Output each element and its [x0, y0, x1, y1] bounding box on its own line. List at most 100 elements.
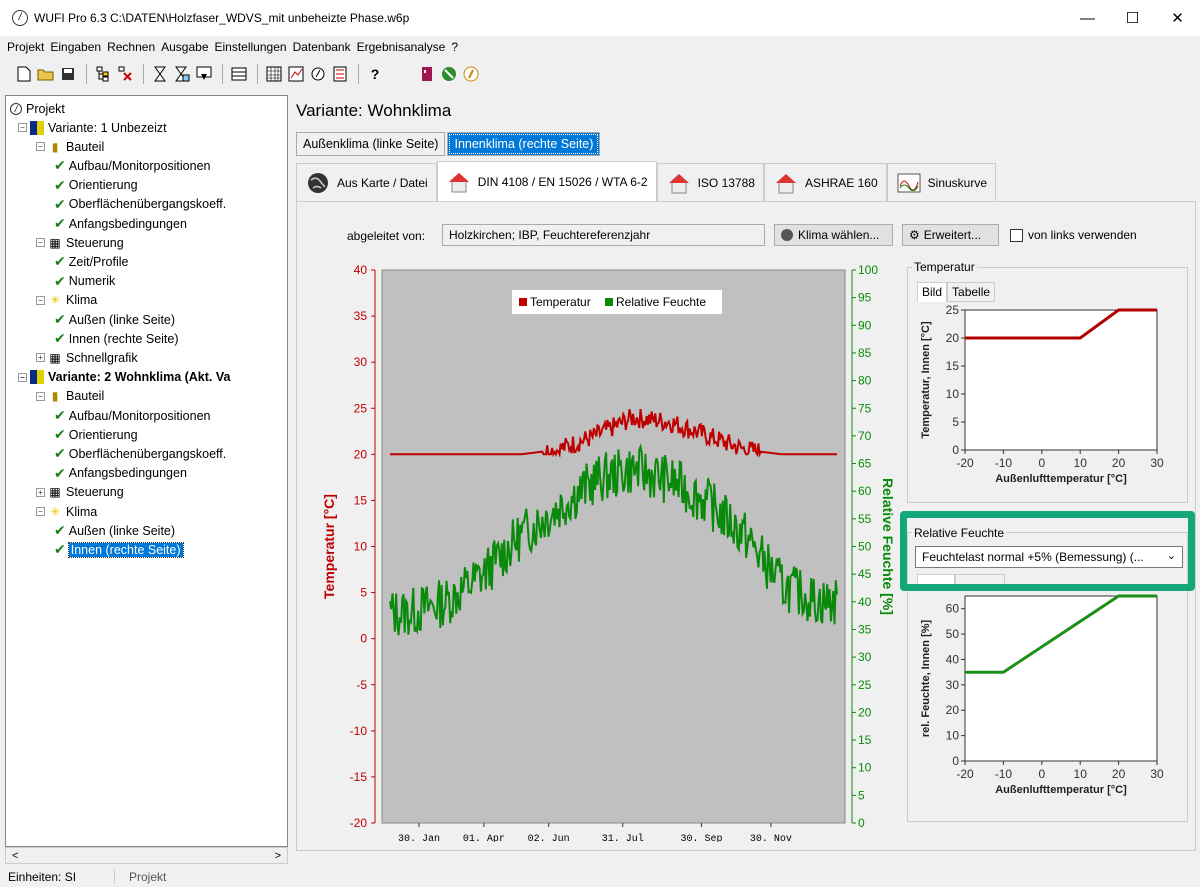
expand-toggle-icon[interactable]: −	[36, 391, 45, 401]
advanced-button[interactable]: ⚙ Erweitert...	[902, 224, 999, 246]
x-tick-label: 10	[1074, 456, 1088, 470]
tree-item[interactable]: ✔ Orientierung	[54, 176, 138, 195]
tree-item[interactable]: ✔ Oberflächenübergangskoeff.	[54, 195, 226, 214]
menu-ausgabe[interactable]: Ausgabe	[158, 40, 211, 54]
tree-item[interactable]: ✔ Anfangsbedingungen	[54, 464, 187, 483]
status-bar: Einheiten: SI Projekt	[0, 866, 1200, 887]
minimize-button[interactable]: —	[1065, 0, 1110, 36]
tab-bild[interactable]: Bild	[917, 282, 948, 302]
circle-icon[interactable]	[308, 64, 328, 84]
tree-item[interactable]: ✔ Außen (linke Seite)	[54, 521, 175, 540]
tree-item[interactable]: − ▮ Bauteil	[36, 137, 104, 156]
toolbar: ?	[0, 59, 1200, 89]
y-tick-label: 25	[354, 401, 368, 415]
hourglass-window-icon[interactable]	[194, 64, 214, 84]
expand-toggle-icon[interactable]: +	[36, 353, 45, 363]
help-icon[interactable]: ?	[365, 64, 385, 84]
tab-din-4108[interactable]: DIN 4108 / EN 15026 / WTA 6-2	[436, 161, 657, 201]
tree-item[interactable]: ✔ Orientierung	[54, 425, 138, 444]
tree-root-projekt[interactable]: / Projekt	[10, 99, 65, 118]
y2-tick-label: 25	[858, 678, 872, 692]
y-axis-label: Temperatur [°C]	[321, 494, 337, 599]
checkbox-box[interactable]	[1010, 228, 1023, 242]
maximize-button[interactable]: ☐	[1110, 0, 1155, 36]
x-tick-label: 0	[1038, 767, 1045, 781]
building-icon[interactable]	[417, 64, 437, 84]
tree-item[interactable]: ✔ Zeit/Profile	[54, 252, 128, 271]
grid-icon[interactable]	[264, 64, 284, 84]
tab-tabelle[interactable]: Tabelle	[947, 282, 996, 302]
expand-toggle-icon[interactable]: −	[18, 372, 27, 382]
y2-tick-label: 5	[858, 788, 865, 802]
menu-rechnen[interactable]: Rechnen	[104, 40, 158, 54]
x-tick-label: 20	[1112, 767, 1126, 781]
checkmark-icon: ✔	[54, 176, 66, 193]
expand-toggle-icon[interactable]: −	[36, 238, 45, 248]
tree-item[interactable]: − ✳ Klima	[36, 291, 97, 310]
close-button[interactable]: ✕	[1155, 0, 1200, 36]
expand-toggle-icon[interactable]: −	[36, 507, 45, 516]
tree-item[interactable]: ✔ Aufbau/Monitorpositionen	[54, 406, 211, 425]
y-tick-label: 20	[354, 447, 368, 461]
derived-from-label: abgeleitet von:	[347, 229, 426, 243]
tree-item[interactable]: + ▦ Schnellgrafik	[36, 348, 138, 367]
open-folder-icon[interactable]	[36, 64, 56, 84]
wufi-app-icon: /	[12, 10, 28, 26]
menu-einstellungen[interactable]: Einstellungen	[212, 40, 290, 54]
new-file-icon[interactable]	[14, 64, 34, 84]
tree-item[interactable]: − ✳ Klima	[36, 502, 97, 521]
expand-toggle-icon[interactable]: −	[36, 295, 45, 305]
tree-item[interactable]: − ▮ Bauteil	[36, 387, 104, 406]
delete-tree-icon[interactable]	[115, 64, 135, 84]
tree-item[interactable]: ✔ Außen (linke Seite)	[54, 310, 175, 329]
menu-help[interactable]: ?	[448, 40, 461, 54]
y-tick-label: 15	[946, 359, 960, 373]
tree-item[interactable]: − ▦ Steuerung	[36, 233, 124, 252]
expand-toggle-icon[interactable]: +	[36, 487, 45, 497]
tab-sine-curve[interactable]: Sinuskurve	[886, 163, 997, 201]
tree-icon[interactable]	[93, 64, 113, 84]
menu-datenbank[interactable]: Datenbank	[290, 40, 354, 54]
tab-outer-climate[interactable]: Außenklima (linke Seite)	[296, 132, 446, 156]
tree-item[interactable]: −▮Variante: 1 Unbezeizt	[18, 118, 167, 137]
use-left-checkbox[interactable]: von links verwenden	[1010, 228, 1137, 242]
hourglass-icon[interactable]	[150, 64, 170, 84]
expand-toggle-icon[interactable]: −	[18, 123, 27, 132]
choose-climate-button[interactable]: Klima wählen...	[774, 224, 893, 246]
y2-tick-label: 55	[858, 512, 872, 526]
menu-eingaben[interactable]: Eingaben	[47, 40, 104, 54]
scroll-left-icon[interactable]: <	[12, 850, 18, 862]
tree-item[interactable]: −▮Variante: 2 Wohnklima (Akt. Va	[18, 368, 230, 387]
save-icon[interactable]	[58, 64, 78, 84]
chart-icon[interactable]	[286, 64, 306, 84]
folder-icon: ▮	[51, 389, 59, 404]
derived-from-field[interactable]: Holzkirchen; IBP, Feuchtereferenzjahr	[442, 224, 765, 246]
tab-inner-climate[interactable]: Innenklima (rechte Seite)	[447, 132, 601, 156]
film-icon[interactable]	[330, 64, 350, 84]
expand-toggle-icon[interactable]: −	[36, 142, 45, 152]
tree-item[interactable]: ✔ Oberflächenübergangskoeff.	[54, 444, 226, 463]
tab-iso-13788[interactable]: ISO 13788	[656, 163, 764, 201]
table-icon[interactable]	[229, 64, 249, 84]
tree-item[interactable]: ✔ Aufbau/Monitorpositionen	[54, 156, 211, 175]
hourglass-list-icon[interactable]	[172, 64, 192, 84]
menu-projekt[interactable]: Projekt	[4, 40, 47, 54]
tree-item[interactable]: ✔ Innen (rechte Seite)	[54, 540, 184, 559]
tree-item[interactable]: ✔ Numerik	[54, 272, 115, 291]
tree-horizontal-scrollbar[interactable]: < >	[5, 847, 288, 864]
x-tick-label: -20	[956, 767, 974, 781]
project-tree[interactable]: / Projekt −▮Variante: 1 Unbezeizt−▮Baute…	[5, 95, 288, 847]
tab-ashrae-160[interactable]: ASHRAE 160	[763, 163, 887, 201]
tree-item[interactable]: ✔ Innen (rechte Seite)	[54, 329, 179, 348]
y-tick-label: 20	[946, 703, 960, 717]
tab-map-file-label: Aus Karte / Datei	[337, 175, 428, 190]
menu-ergebnisanalyse[interactable]: Ergebnisanalyse	[354, 40, 449, 54]
wufi-icon[interactable]	[461, 64, 481, 84]
scroll-right-icon[interactable]: >	[275, 850, 281, 862]
plot-area	[964, 595, 1158, 762]
globe-icon[interactable]	[439, 64, 459, 84]
tree-item[interactable]: ✔ Anfangsbedingungen	[54, 214, 187, 233]
variant-icon: ▮	[30, 120, 44, 135]
tab-map-file[interactable]: Aus Karte / Datei	[296, 163, 437, 201]
tree-item[interactable]: + ▦ Steuerung	[36, 483, 124, 502]
